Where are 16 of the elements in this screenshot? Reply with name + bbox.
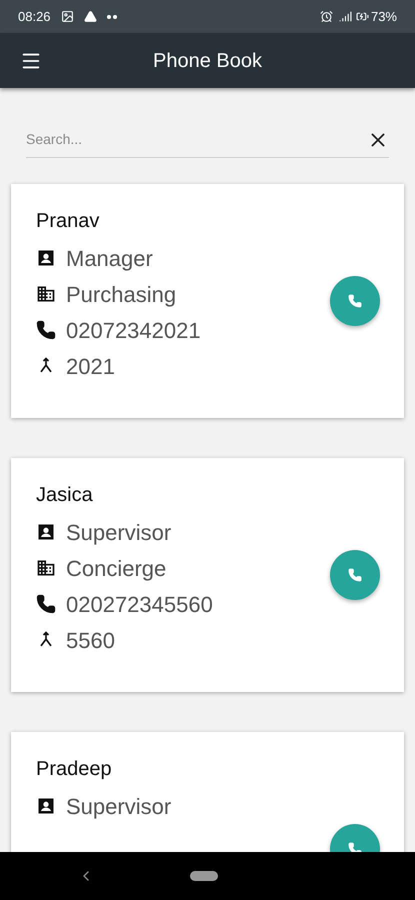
contact-detail: 020272345560 — [66, 590, 213, 618]
status-time: 08:26 — [18, 8, 51, 26]
contact-name: Pranav — [36, 209, 100, 234]
contact-detail: Purchasing — [66, 280, 176, 309]
contact-name: Jasica — [36, 483, 94, 508]
contact-detail: Supervisor — [66, 792, 172, 821]
contact-name: Pradeep — [36, 757, 113, 782]
contact-detail: 02072342021 — [66, 316, 201, 344]
contact-detail: Manager — [66, 244, 153, 273]
battery-level: 73% — [370, 8, 397, 26]
contact-detail: 2021 — [66, 352, 115, 380]
contact-detail: Supervisor — [66, 518, 172, 547]
contact-detail: Concierge — [66, 554, 166, 583]
contact-detail: 5560 — [66, 626, 115, 654]
app-title: Phone Book — [152, 48, 263, 74]
search-field[interactable]: Search... — [26, 129, 367, 150]
